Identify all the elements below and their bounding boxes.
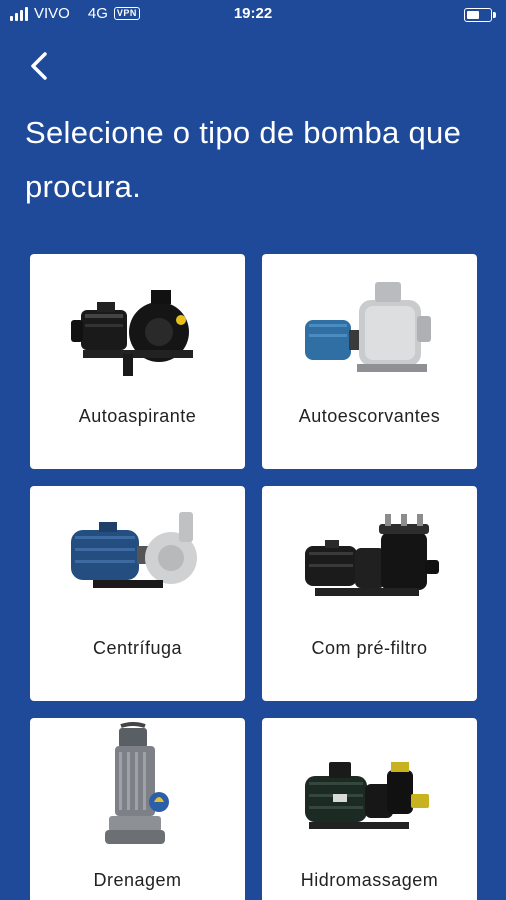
page-title: Selecione o tipo de bomba que procura. bbox=[25, 115, 462, 204]
back-button[interactable] bbox=[22, 48, 56, 84]
pump-type-grid: Autoaspirante Autoescorvantes Centrífuga… bbox=[30, 254, 477, 900]
battery-level bbox=[467, 11, 479, 19]
battery-icon bbox=[464, 8, 496, 22]
submersible-drainage-pump-image bbox=[104, 722, 169, 844]
category-card-centrifuga[interactable]: Centrífuga bbox=[30, 486, 245, 701]
category-label: Drenagem bbox=[93, 870, 182, 890]
category-label: Autoaspirante bbox=[78, 406, 197, 426]
category-label: Com pré-filtro bbox=[311, 638, 428, 658]
category-label: Autoescorvantes bbox=[298, 406, 441, 426]
category-card-hidromassagem[interactable]: Hidromassagem bbox=[262, 718, 477, 900]
category-card-drenagem[interactable]: Drenagem bbox=[30, 718, 245, 900]
category-label: Hidromassagem bbox=[300, 870, 439, 890]
chevron-left-icon bbox=[31, 52, 47, 80]
pump-with-prefilter-image bbox=[304, 514, 439, 596]
centrifugal-pump-image bbox=[70, 512, 197, 588]
category-card-autoescorvantes[interactable]: Autoescorvantes bbox=[262, 254, 477, 469]
hydromassage-pump-image bbox=[304, 762, 429, 829]
category-card-autoaspirante[interactable]: Autoaspirante bbox=[30, 254, 245, 469]
category-card-com-pre-filtro[interactable]: Com pré-filtro bbox=[262, 486, 477, 701]
clock: 19:22 bbox=[233, 5, 273, 22]
category-label: Centrífuga bbox=[92, 638, 183, 658]
self-priming-pump-image bbox=[70, 290, 193, 376]
self-priming-steel-pump-image bbox=[304, 282, 431, 372]
status-bar: VIVO 4G VPN 19:22 bbox=[0, 0, 506, 30]
